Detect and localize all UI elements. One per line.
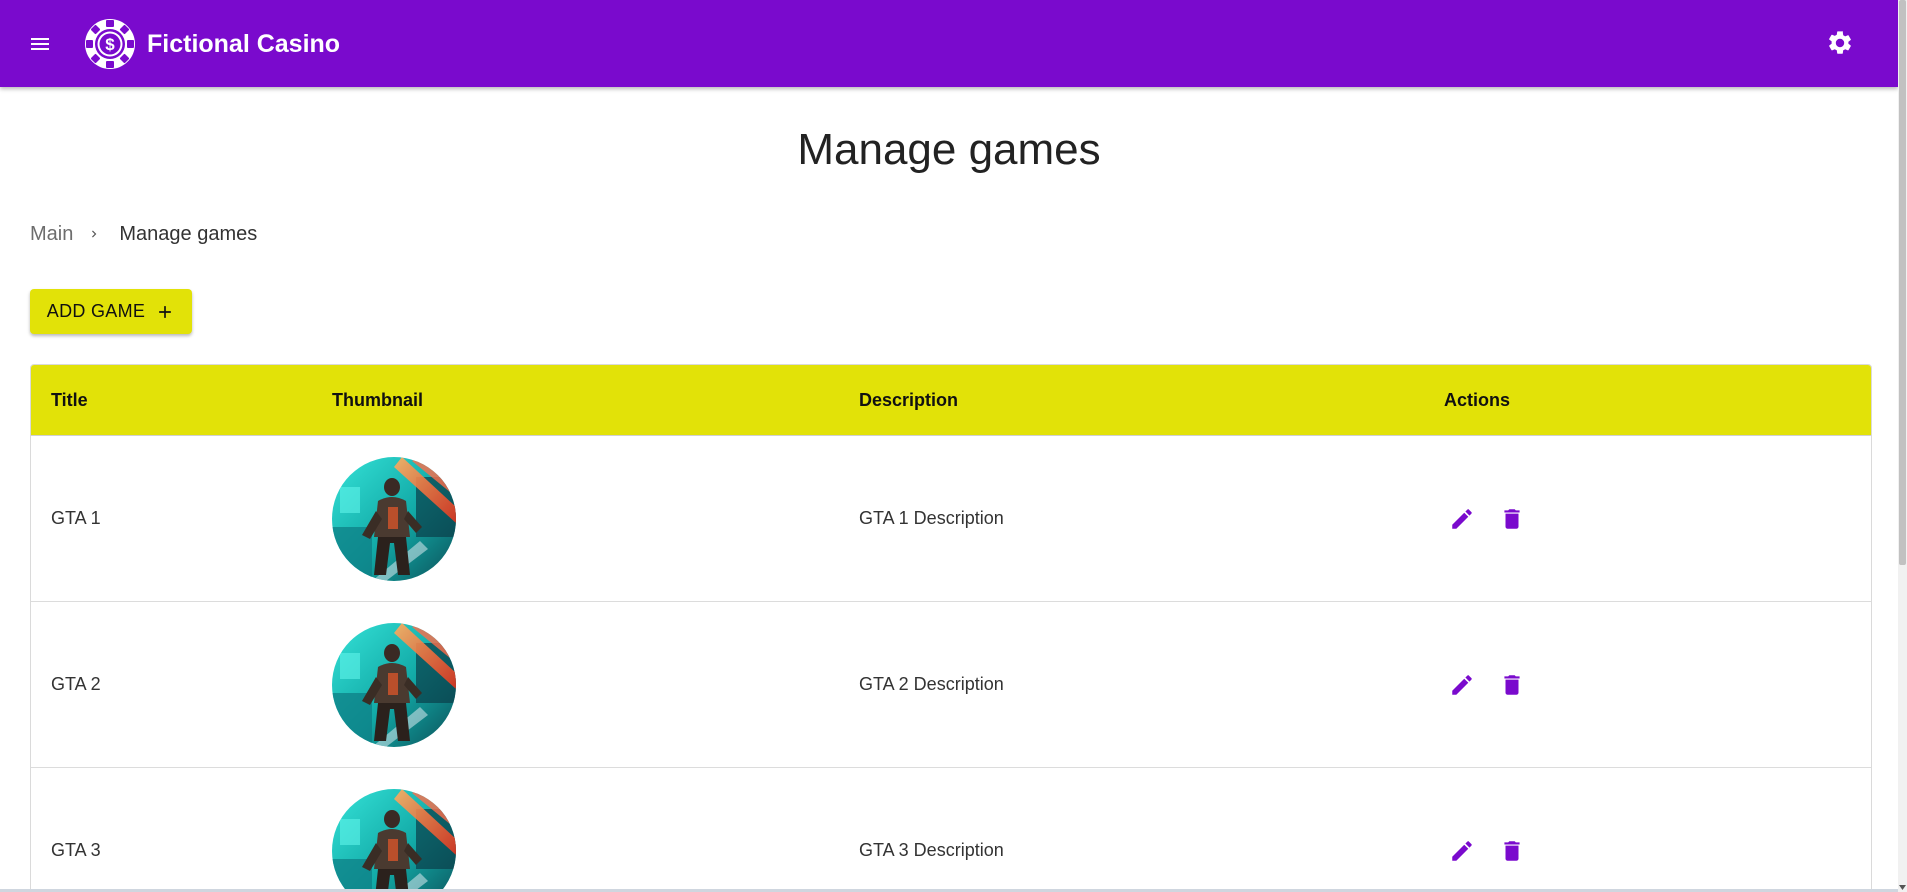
table-row: GTA 1 GTA 1 Description bbox=[31, 436, 1871, 602]
delete-trash-icon[interactable] bbox=[1494, 501, 1530, 537]
row-actions bbox=[1444, 436, 1530, 601]
edit-pencil-icon[interactable] bbox=[1444, 501, 1480, 537]
game-description: GTA 3 Description bbox=[859, 840, 1004, 860]
breadcrumb-item-main[interactable]: Main bbox=[30, 223, 73, 246]
add-game-button[interactable]: ADD GAME bbox=[30, 289, 192, 334]
page-title: Manage games bbox=[797, 125, 1101, 174]
row-actions bbox=[1444, 768, 1530, 892]
vertical-scrollbar[interactable] bbox=[1898, 0, 1907, 892]
game-thumbnail bbox=[332, 768, 456, 892]
row-actions bbox=[1444, 602, 1530, 767]
game-description: GTA 2 Description bbox=[859, 674, 1004, 694]
scroll-down-arrow-icon[interactable] bbox=[1898, 882, 1907, 892]
breadcrumb: Main Manage games bbox=[30, 221, 257, 247]
edit-pencil-icon[interactable] bbox=[1444, 667, 1480, 703]
breadcrumb-item-current: Manage games bbox=[119, 222, 258, 245]
table-header: Title Thumbnail Description Actions bbox=[31, 365, 1871, 436]
app-title: Fictional Casino bbox=[147, 30, 341, 58]
casino-chip-dollar-icon: $ bbox=[84, 18, 136, 70]
scrollbar-thumb[interactable] bbox=[1899, 0, 1906, 565]
column-header-description: Description bbox=[859, 390, 959, 410]
delete-trash-icon[interactable] bbox=[1494, 667, 1530, 703]
add-game-label: ADD GAME bbox=[46, 301, 146, 321]
chevron-right-icon bbox=[87, 227, 101, 241]
app-bar: $ Fictional Casino bbox=[0, 0, 1898, 87]
column-header-title: Title bbox=[51, 390, 88, 410]
game-description: GTA 1 Description bbox=[859, 508, 1004, 528]
game-thumbnail bbox=[332, 436, 456, 601]
edit-pencil-icon[interactable] bbox=[1444, 833, 1480, 869]
svg-text:$: $ bbox=[105, 35, 115, 54]
games-table: Title Thumbnail Description Actions GTA … bbox=[30, 364, 1872, 892]
game-thumbnail bbox=[332, 602, 456, 767]
page: $ Fictional Casino Manage games Main Man… bbox=[0, 0, 1898, 892]
delete-trash-icon[interactable] bbox=[1494, 833, 1530, 869]
game-title: GTA 3 bbox=[51, 840, 101, 860]
plus-icon bbox=[155, 302, 175, 322]
game-title: GTA 1 bbox=[51, 508, 101, 528]
game-title: GTA 2 bbox=[51, 674, 101, 694]
gear-icon[interactable] bbox=[1824, 27, 1856, 59]
menu-icon[interactable] bbox=[24, 28, 56, 60]
column-header-thumbnail: Thumbnail bbox=[332, 390, 423, 410]
table-row: GTA 2 GTA 2 Description bbox=[31, 602, 1871, 768]
column-header-actions: Actions bbox=[1444, 390, 1511, 410]
table-row: GTA 3 GTA 3 Description bbox=[31, 768, 1871, 892]
